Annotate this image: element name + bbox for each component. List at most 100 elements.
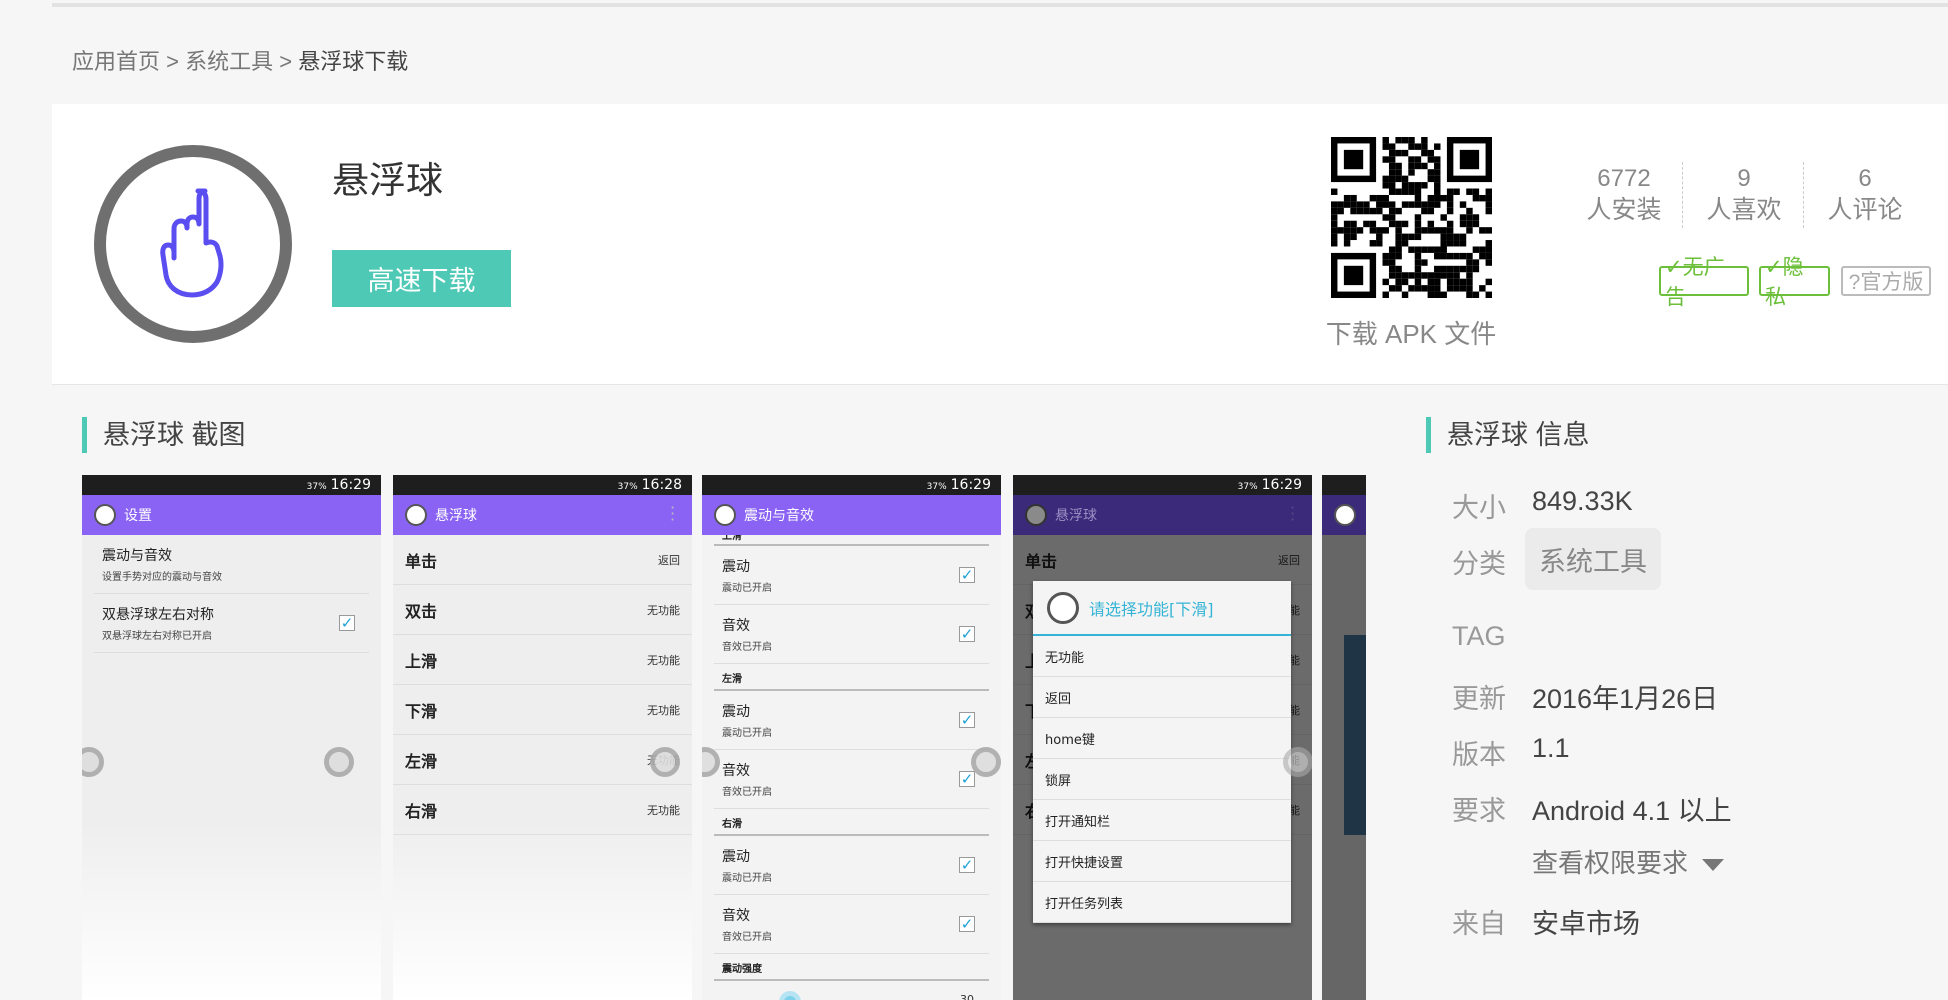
info-heading: 悬浮球 信息 xyxy=(1426,417,1590,453)
function-picker-dialog: 请选择功能[下滑] 无功能 返回 home键 锁屏 打开通知栏 打开快捷设置 打开任务列表 xyxy=(1033,581,1291,923)
overflow-menu-icon: · · · xyxy=(1290,498,1296,529)
battery-level: 37% xyxy=(617,482,638,492)
list-item: 震动与音效设置手势对应的震动与音效 xyxy=(94,535,369,594)
checkbox-checked[interactable]: ✓ xyxy=(959,567,975,583)
screenshot-1[interactable]: 37% 16:29 设置 震动与音效 设置手势对应的震动与音效 双悬浮球左右对称 双悬… xyxy=(82,475,381,1000)
stat-likes: 9 人喜欢 xyxy=(1684,164,1804,226)
item-sub: 音效已开启 xyxy=(722,642,772,653)
dialog-option[interactable]: 返回 xyxy=(1033,677,1291,718)
dialog-option[interactable]: 无功能 xyxy=(1033,636,1291,677)
screenshot-3[interactable]: 37% 16:29 震动与音效 上滑 震动 震动已开启 ✓ 音效 音效已开启 ✓ 左滑 震动 震动… xyxy=(702,475,1001,1000)
size-value: 849.33K xyxy=(1532,486,1633,516)
action-bar: 设置 xyxy=(82,495,381,535)
vibration-slider[interactable]: 30 xyxy=(702,981,1001,1000)
gesture-name: 下滑 xyxy=(405,701,438,721)
screen-title: 悬浮球 xyxy=(1055,508,1097,524)
stat-label: 人评论 xyxy=(1827,196,1903,224)
gesture-action: 无功能 xyxy=(647,653,680,667)
screenshot-4[interactable]: 37%16:29 悬浮球··· 单击返回双击无功能上滑无功能下滑无功能左滑无功能… xyxy=(1013,475,1312,1000)
checkbox-checked[interactable]: ✓ xyxy=(959,712,975,728)
slider-thumb[interactable] xyxy=(779,991,801,1000)
checkbox-checked[interactable]: ✓ xyxy=(959,916,975,932)
updated-value: 2016年1月26日 xyxy=(1532,684,1719,714)
section-heading: 左滑 xyxy=(714,664,989,691)
checkbox-checked[interactable]: ✓ xyxy=(959,626,975,642)
item-title: 音效 xyxy=(722,763,750,779)
item-sub: 音效已开启 xyxy=(722,787,772,798)
download-apk-link[interactable]: 下载 APK 文件 xyxy=(1311,314,1511,351)
badge-no-ads[interactable]: ✓无广告 xyxy=(1659,256,1749,309)
item-sub: 设置手势对应的震动与音效 xyxy=(102,572,222,583)
checkbox-checked[interactable]: ✓ xyxy=(959,771,975,787)
breadcrumb-current: 悬浮球下载 xyxy=(298,49,409,74)
gesture-row: 上滑 无功能 xyxy=(393,635,692,685)
item-title: 双悬浮球左右对称 xyxy=(102,607,214,623)
gesture-row: 左滑无功能 xyxy=(393,735,692,785)
item-title: 震动 xyxy=(722,704,750,720)
size-label: 大小 xyxy=(1452,493,1506,523)
gesture-name: 左滑 xyxy=(405,751,438,771)
dialog-title-text: 请选择功能[下滑] xyxy=(1089,599,1214,619)
category-tag[interactable]: 系统工具 xyxy=(1525,528,1661,590)
stat-label: 人喜欢 xyxy=(1706,196,1782,224)
floating-ball xyxy=(650,747,680,777)
dialog-option[interactable]: home键 xyxy=(1033,718,1291,759)
app-icon-small xyxy=(1025,504,1047,526)
breadcrumb-sep: > xyxy=(279,49,293,74)
breadcrumb-category[interactable]: 系统工具 xyxy=(185,49,273,74)
dialog-option[interactable]: 锁屏 xyxy=(1033,759,1291,800)
gesture-action: 返回 xyxy=(658,553,680,567)
toggle-item: 音效 音效已开启 ✓ xyxy=(714,605,989,664)
fast-download-button[interactable]: 高速下载 xyxy=(332,250,511,307)
section-heading: 震动强度 xyxy=(714,954,989,981)
screenshot-5[interactable] xyxy=(1322,475,1366,1000)
toggle-item: 震动 震动已开启 ✓ xyxy=(714,546,989,605)
battery-level: 37% xyxy=(1237,482,1258,492)
source-label: 来自 xyxy=(1452,909,1506,939)
overflow-menu-icon: · · · xyxy=(670,498,676,529)
screenshot-2[interactable]: 37%16:28 悬浮球··· 单击返回双击无功能上滑无功能下滑无功能左滑无功能… xyxy=(393,475,692,1000)
clock: 16:29 xyxy=(950,477,991,493)
status-bar: 37% 16:29 xyxy=(1013,475,1312,495)
action-bar: 悬浮球 · · · xyxy=(393,495,692,535)
gesture-name: 单击 xyxy=(405,551,438,571)
view-permissions-toggle[interactable]: 查看权限要求 xyxy=(1532,843,1725,880)
screen-title: 悬浮球 xyxy=(435,508,477,524)
clock: 16:29 xyxy=(330,477,371,493)
floating-ball xyxy=(971,747,1001,777)
toggle-item: 震动 震动已开启 ✓ xyxy=(714,691,989,750)
gesture-row: 单击 返回 xyxy=(393,535,692,585)
item-title: 音效 xyxy=(722,908,750,924)
dialog-partial xyxy=(1344,635,1366,835)
divider xyxy=(1682,162,1683,228)
qr-code[interactable] xyxy=(1331,137,1492,298)
stat-installs: 6772 人安装 xyxy=(1564,164,1684,226)
stat-comments: 6 人评论 xyxy=(1805,164,1925,226)
checkbox-checked[interactable]: ✓ xyxy=(959,857,975,873)
item-title: 震动与音效 xyxy=(102,548,172,564)
screen-title: 设置 xyxy=(124,508,152,524)
version-label: 版本 xyxy=(1452,740,1506,770)
floating-ball xyxy=(1283,747,1312,777)
stat-value: 6772 xyxy=(1597,165,1651,192)
section-heading: 上滑 xyxy=(714,535,989,546)
item-title: 震动 xyxy=(722,849,750,865)
dialog-option[interactable]: 打开任务列表 xyxy=(1033,882,1291,923)
item-sub: 震动已开启 xyxy=(722,873,772,884)
badge-privacy[interactable]: ✓隐私 xyxy=(1759,256,1830,309)
dialog-option[interactable]: 打开快捷设置 xyxy=(1033,841,1291,882)
list-item: 双悬浮球左右对称 双悬浮球左右对称已开启 ✓ xyxy=(94,594,369,653)
breadcrumb-home[interactable]: 应用首页 xyxy=(72,49,160,74)
item-sub: 音效已开启 xyxy=(722,932,772,943)
section-heading: 右滑 xyxy=(714,809,989,836)
breadcrumb: 应用首页 > 系统工具 > 悬浮球下载 xyxy=(72,44,408,76)
action-bar xyxy=(1322,495,1366,535)
tag-label: TAG xyxy=(1452,621,1506,651)
app-icon-small xyxy=(405,504,427,526)
item-sub: 双悬浮球左右对称已开启 xyxy=(102,631,212,642)
app-title: 悬浮球 xyxy=(332,160,443,201)
dialog-option[interactable]: 打开通知栏 xyxy=(1033,800,1291,841)
gesture-action: 无功能 xyxy=(647,603,680,617)
badge-official[interactable]: ?官方版 xyxy=(1841,266,1931,296)
source-value: 安卓市场 xyxy=(1532,909,1640,939)
